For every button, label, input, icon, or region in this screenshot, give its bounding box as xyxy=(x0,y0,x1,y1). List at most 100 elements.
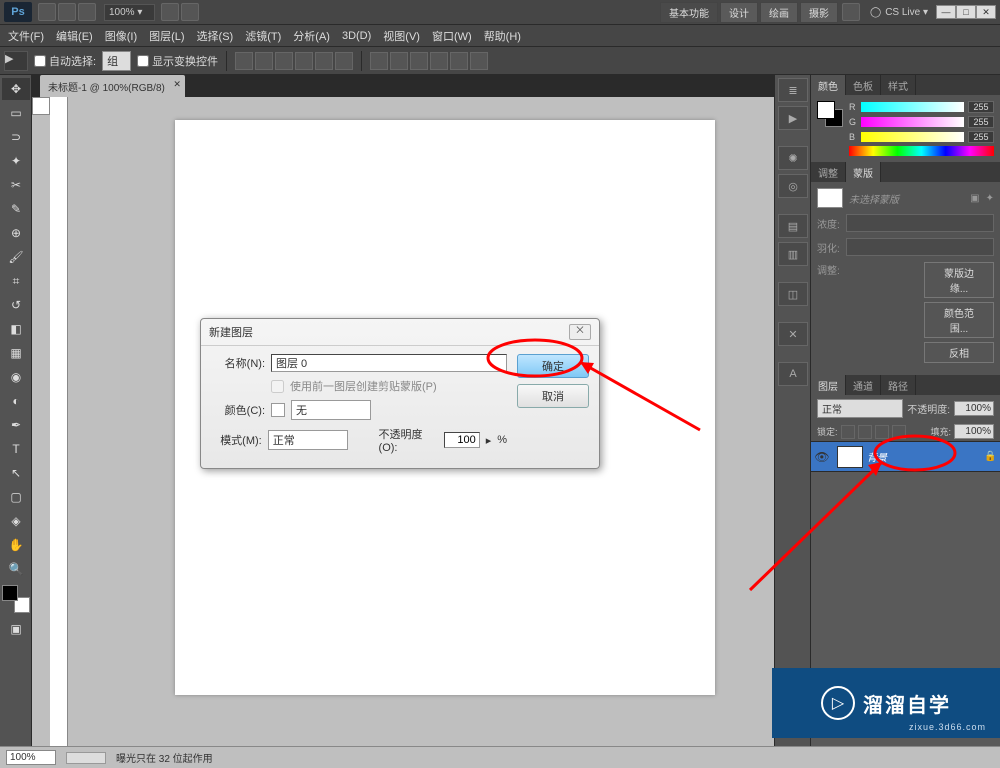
history-panel-icon[interactable]: ≣ xyxy=(778,78,808,102)
eraser-tool-icon[interactable]: ◧ xyxy=(2,318,30,340)
tab-masks[interactable]: 蒙版 xyxy=(846,162,881,182)
quickmask-tool-icon[interactable]: ▣ xyxy=(2,618,30,640)
lock-position-icon[interactable] xyxy=(875,425,889,439)
status-scroll-icon[interactable] xyxy=(66,752,106,764)
document-tab[interactable]: 未标题-1 @ 100%(RGB/8) ✕ xyxy=(40,75,185,97)
lasso-tool-icon[interactable]: ⊃ xyxy=(2,126,30,148)
menu-image[interactable]: 图像(I) xyxy=(99,26,143,46)
stamp-tool-icon[interactable]: ⌗ xyxy=(2,270,30,292)
swatches-panel-icon[interactable]: ◫ xyxy=(778,282,808,306)
align-icon[interactable] xyxy=(235,52,253,70)
maximize-button[interactable]: □ xyxy=(956,5,976,19)
status-zoom[interactable]: 100% xyxy=(6,750,56,765)
layout-icon-2[interactable] xyxy=(181,3,199,21)
history-brush-tool-icon[interactable]: ↺ xyxy=(2,294,30,316)
b-slider[interactable] xyxy=(861,132,964,142)
ok-button[interactable]: 确定 xyxy=(517,354,589,378)
workspace-design[interactable]: 设计 xyxy=(720,2,758,23)
hue-ramp[interactable] xyxy=(849,146,994,156)
shape-tool-icon[interactable]: ▢ xyxy=(2,486,30,508)
menu-edit[interactable]: 编辑(E) xyxy=(50,26,99,46)
menu-select[interactable]: 选择(S) xyxy=(191,26,240,46)
distribute-icon[interactable] xyxy=(450,52,468,70)
align-icon[interactable] xyxy=(255,52,273,70)
r-slider[interactable] xyxy=(861,102,964,112)
layout-icon-1[interactable] xyxy=(161,3,179,21)
dodge-tool-icon[interactable]: ◐ xyxy=(2,390,30,412)
align-icon[interactable] xyxy=(315,52,333,70)
menu-filter[interactable]: 滤镜(T) xyxy=(239,26,287,46)
blur-tool-icon[interactable]: ◉ xyxy=(2,366,30,388)
distribute-icon[interactable] xyxy=(410,52,428,70)
auto-select-check[interactable]: 自动选择: xyxy=(34,53,96,69)
tool-presets-icon[interactable]: ▥ xyxy=(778,242,808,266)
align-icon[interactable] xyxy=(295,52,313,70)
auto-select-checkbox[interactable] xyxy=(34,55,46,67)
close-icon[interactable]: ✕ xyxy=(173,79,181,90)
crop-tool-icon[interactable]: ✂ xyxy=(2,174,30,196)
brush-tool-icon[interactable]: 🖌 xyxy=(2,246,30,268)
marquee-tool-icon[interactable]: ▭ xyxy=(2,102,30,124)
mask-edge-button[interactable]: 蒙版边缘... xyxy=(924,262,994,298)
menu-help[interactable]: 帮助(H) xyxy=(478,26,527,46)
menu-layer[interactable]: 图层(L) xyxy=(143,26,190,46)
hand-tool-icon[interactable]: ✋ xyxy=(2,534,30,556)
pen-tool-icon[interactable]: ✒ xyxy=(2,414,30,436)
path-tool-icon[interactable]: ↖ xyxy=(2,462,30,484)
menu-view[interactable]: 视图(V) xyxy=(377,26,426,46)
color-swatch[interactable] xyxy=(817,101,843,127)
tab-color[interactable]: 颜色 xyxy=(811,75,846,95)
menu-3d[interactable]: 3D(D) xyxy=(336,28,377,44)
layer-thumbnail[interactable] xyxy=(837,446,863,468)
distribute-icon[interactable] xyxy=(370,52,388,70)
layer-row-background[interactable]: 👁 背景 🔒 xyxy=(811,442,1000,472)
color-select[interactable]: 无 xyxy=(291,400,371,420)
tab-adjustments[interactable]: 调整 xyxy=(811,162,846,182)
tab-swatches[interactable]: 色板 xyxy=(846,75,881,95)
distribute-icon[interactable] xyxy=(470,52,488,70)
g-value[interactable]: 255 xyxy=(968,116,994,128)
clone-panel-icon[interactable]: ◎ xyxy=(778,174,808,198)
tab-styles[interactable]: 样式 xyxy=(881,75,916,95)
align-icon[interactable] xyxy=(335,52,353,70)
workspace-more-icon[interactable] xyxy=(842,3,860,21)
type-tool-icon[interactable]: T xyxy=(2,438,30,460)
menu-window[interactable]: 窗口(W) xyxy=(426,26,478,46)
lock-all-icon[interactable] xyxy=(892,425,906,439)
cancel-button[interactable]: 取消 xyxy=(517,384,589,408)
invert-button[interactable]: 反相 xyxy=(924,342,994,363)
show-transform-check[interactable]: 显示变换控件 xyxy=(137,53,218,69)
brush-panel-icon[interactable]: ✺ xyxy=(778,146,808,170)
menu-analysis[interactable]: 分析(A) xyxy=(287,26,336,46)
vector-mask-icon[interactable]: ✦ xyxy=(986,193,994,204)
fg-swatch[interactable] xyxy=(817,101,835,119)
fill-field[interactable]: 100% xyxy=(954,424,994,439)
vertical-ruler[interactable] xyxy=(50,97,68,746)
app-icon-2[interactable] xyxy=(58,3,76,21)
g-slider[interactable] xyxy=(861,117,964,127)
align-icon[interactable] xyxy=(275,52,293,70)
density-field[interactable] xyxy=(846,214,994,232)
foreground-color-swatch[interactable] xyxy=(2,585,18,601)
brush-presets-icon[interactable]: ▤ xyxy=(778,214,808,238)
move-tool-preset-icon[interactable]: ▶ xyxy=(4,51,28,71)
heal-tool-icon[interactable]: ⊕ xyxy=(2,222,30,244)
lock-transparent-icon[interactable] xyxy=(841,425,855,439)
show-transform-checkbox[interactable] xyxy=(137,55,149,67)
distribute-icon[interactable] xyxy=(390,52,408,70)
character-panel-icon[interactable]: ✕ xyxy=(778,322,808,346)
mode-select[interactable]: 正常 xyxy=(268,430,348,450)
eyedropper-tool-icon[interactable]: ✎ xyxy=(2,198,30,220)
app-icon-3[interactable] xyxy=(78,3,96,21)
name-input[interactable] xyxy=(271,354,507,372)
workspace-photo[interactable]: 摄影 xyxy=(800,2,838,23)
3d-tool-icon[interactable]: ◈ xyxy=(2,510,30,532)
opacity-input[interactable] xyxy=(444,432,480,448)
app-icon-1[interactable] xyxy=(38,3,56,21)
r-value[interactable]: 255 xyxy=(968,101,994,113)
gradient-tool-icon[interactable]: ▦ xyxy=(2,342,30,364)
feather-field[interactable] xyxy=(846,238,994,256)
blend-mode-select[interactable]: 正常 xyxy=(817,399,903,418)
layer-name[interactable]: 背景 xyxy=(867,449,984,464)
color-picker[interactable] xyxy=(2,585,30,613)
